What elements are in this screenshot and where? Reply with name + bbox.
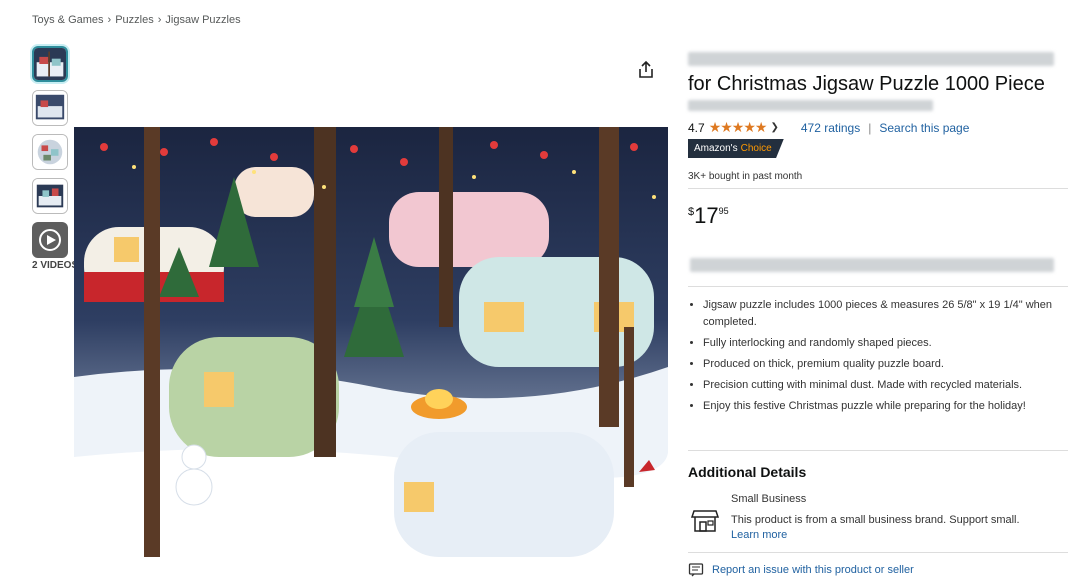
thumbnail-3[interactable] [32, 134, 68, 170]
price-whole: 17 [694, 203, 719, 228]
small-business-title: Small Business [731, 493, 807, 505]
report-issue-link[interactable]: Report an issue with this product or sel… [688, 562, 914, 578]
breadcrumb: Toys & Games › Puzzles › Jigsaw Puzzles [32, 14, 241, 26]
separator: | [868, 120, 872, 135]
breadcrumb-toys-games[interactable]: Toys & Games [32, 14, 104, 26]
rating-value: 4.7 [688, 120, 705, 135]
price-symbol: $ [688, 206, 695, 218]
breadcrumb-separator: › [107, 14, 112, 26]
badge-prefix: Amazon's [694, 143, 738, 154]
main-product-image[interactable] [74, 127, 668, 557]
storefront-icon [690, 505, 720, 535]
divider [688, 450, 1068, 451]
learn-more-link[interactable]: Learn more [731, 529, 787, 541]
search-this-page-link[interactable]: Search this page [879, 121, 969, 135]
bullet-item: Produced on thick, premium quality puzzl… [703, 356, 1080, 373]
puzzle-scene-illustration [74, 127, 668, 557]
video-thumbnail[interactable] [32, 222, 68, 258]
share-icon[interactable] [636, 60, 656, 80]
bullet-item: Precision cutting with minimal dust. Mad… [703, 377, 1080, 394]
redacted-info-line [690, 258, 1054, 272]
price: $1795 [688, 203, 729, 229]
redacted-title-line [688, 52, 1054, 66]
divider [688, 188, 1068, 189]
report-issue-label[interactable]: Report an issue with this product or sel… [712, 564, 914, 576]
thumbnail-4[interactable] [32, 178, 68, 214]
bullet-item: Jigsaw puzzle includes 1000 pieces & mea… [703, 297, 1080, 331]
product-title: for Christmas Jigsaw Puzzle 1000 Piece [688, 73, 1045, 95]
additional-details-heading: Additional Details [688, 464, 807, 480]
amazons-choice-badge[interactable]: Amazon's Choice [688, 139, 784, 158]
badge-choice: Choice [740, 143, 772, 154]
report-flag-icon [688, 563, 704, 577]
feature-bullets: Jigsaw puzzle includes 1000 pieces & mea… [688, 297, 1080, 419]
play-icon [39, 229, 61, 251]
chevron-down-icon[interactable]: ❯ [770, 122, 778, 133]
star-rating-icon[interactable]: ★★★★★ [709, 119, 768, 136]
breadcrumb-separator: › [157, 14, 162, 26]
redacted-title-line [688, 100, 933, 111]
thumbnail-strip: 2 VIDEOS [32, 46, 78, 271]
bullet-item: Fully interlocking and randomly shaped p… [703, 335, 1080, 352]
divider [688, 286, 1068, 287]
divider [688, 552, 1068, 553]
ratings-link[interactable]: 472 ratings [801, 121, 860, 135]
small-business-description: This product is from a small business br… [731, 514, 1020, 526]
price-fraction: 95 [718, 206, 729, 216]
rating-row: 4.7 ★★★★★ ❯ 472 ratings | Search this pa… [688, 119, 969, 136]
breadcrumb-jigsaw-puzzles[interactable]: Jigsaw Puzzles [165, 14, 240, 26]
bought-count: 3K+ bought in past month [688, 171, 803, 182]
thumbnail-2[interactable] [32, 90, 68, 126]
bullet-item: Enjoy this festive Christmas puzzle whil… [703, 398, 1080, 415]
thumbnail-1[interactable] [32, 46, 68, 82]
breadcrumb-puzzles[interactable]: Puzzles [115, 14, 154, 26]
video-count-label[interactable]: 2 VIDEOS [32, 260, 78, 271]
